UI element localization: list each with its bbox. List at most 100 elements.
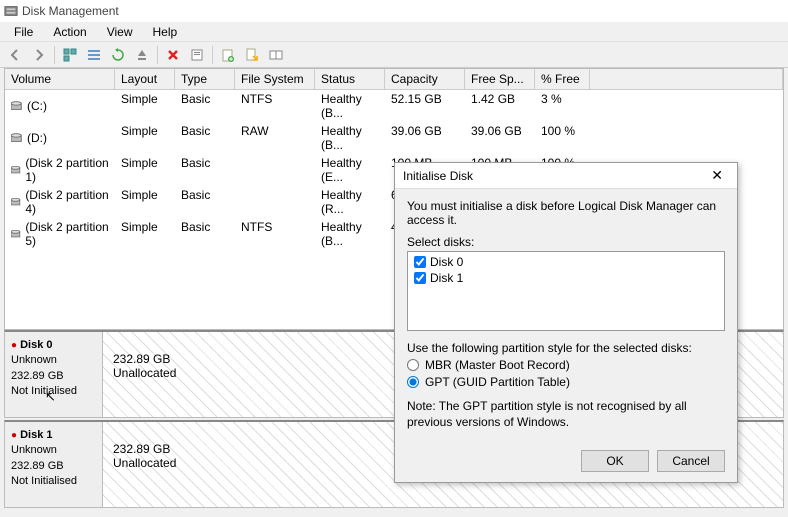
page-arrow-icon[interactable] (241, 44, 263, 66)
dialog-titlebar[interactable]: Initialise Disk ✕ (395, 163, 737, 189)
cell-fs: NTFS (235, 219, 315, 249)
add-icon[interactable] (217, 44, 239, 66)
layout-icon[interactable] (265, 44, 287, 66)
disk-size: 232.89 GB (11, 459, 96, 474)
col-volume[interactable]: Volume (5, 69, 115, 89)
error-icon: ● (11, 340, 17, 351)
tree-view-icon[interactable] (59, 44, 81, 66)
table-row[interactable]: (C:) SimpleBasicNTFSHealthy (B...52.15 GB… (5, 90, 783, 122)
disk-list-item[interactable]: Disk 1 (410, 270, 722, 286)
col-free[interactable]: Free Sp... (465, 69, 535, 89)
list-view-icon[interactable] (83, 44, 105, 66)
col-pct[interactable]: % Free (535, 69, 590, 89)
dialog-note: Note: The GPT partition style is not rec… (407, 399, 725, 430)
col-fs[interactable]: File System (235, 69, 315, 89)
mbr-label: MBR (Master Boot Record) (425, 358, 570, 372)
cell-status: Healthy (R... (315, 187, 385, 217)
toolbar-sep (157, 46, 158, 64)
disk-mgmt-icon (4, 4, 18, 18)
window-titlebar: Disk Management (0, 0, 788, 22)
initialise-disk-dialog: Initialise Disk ✕ You must initialise a … (394, 162, 738, 483)
col-type[interactable]: Type (175, 69, 235, 89)
col-spacer (590, 69, 783, 89)
cell-fs (235, 155, 315, 185)
cell-capacity: 52.15 GB (385, 91, 465, 121)
partition-style-label: Use the following partition style for th… (407, 341, 725, 355)
properties-icon[interactable] (186, 44, 208, 66)
cell-volume: (C:) (27, 99, 47, 113)
cell-layout: Simple (115, 91, 175, 121)
table-row[interactable]: (D:)SimpleBasicRAWHealthy (B...39.06 GB3… (5, 122, 783, 154)
cell-layout: Simple (115, 155, 175, 185)
disk-status: Unknown (11, 353, 96, 368)
col-status[interactable]: Status (315, 69, 385, 89)
cell-layout: Simple (115, 187, 175, 217)
window-title: Disk Management (22, 4, 119, 18)
cell-capacity: 39.06 GB (385, 123, 465, 153)
menubar: File Action View Help (0, 22, 788, 42)
cell-type: Basic (175, 123, 235, 153)
disk-checkbox[interactable] (414, 256, 426, 268)
menu-file[interactable]: File (4, 23, 43, 41)
cell-type: Basic (175, 219, 235, 249)
cursor-icon: ↖ (45, 388, 56, 406)
disk-select-list: Disk 0 Disk 1 (407, 251, 725, 331)
gpt-radio-row[interactable]: GPT (GUID Partition Table) (407, 375, 725, 389)
toolbar-sep (54, 46, 55, 64)
cell-volume: (Disk 2 partition 5) (25, 220, 109, 248)
delete-icon[interactable] (162, 44, 184, 66)
mbr-radio-row[interactable]: MBR (Master Boot Record) (407, 358, 725, 372)
cancel-button[interactable]: Cancel (657, 450, 725, 472)
disk-list-item[interactable]: Disk 0 (410, 254, 722, 270)
cell-free: 1.42 GB (465, 91, 535, 121)
col-layout[interactable]: Layout (115, 69, 175, 89)
disk-init: Not Initialised (11, 474, 96, 489)
eject-icon[interactable] (131, 44, 153, 66)
back-button[interactable] (4, 44, 26, 66)
gpt-radio[interactable] (407, 376, 419, 388)
disk-name: Disk 1 (20, 429, 52, 441)
col-capacity[interactable]: Capacity (385, 69, 465, 89)
menu-help[interactable]: Help (143, 23, 188, 41)
disk-label-box: ● Disk 0Unknown232.89 GBNot Initialised↖ (5, 332, 103, 417)
cell-status: Healthy (E... (315, 155, 385, 185)
disk-checkbox-label: Disk 0 (430, 255, 463, 269)
disk-checkbox[interactable] (414, 272, 426, 284)
disk-checkbox-label: Disk 1 (430, 271, 463, 285)
cell-volume: (D:) (27, 131, 47, 145)
cell-volume: (Disk 2 partition 1) (25, 156, 109, 184)
cell-type: Basic (175, 91, 235, 121)
cell-pct: 3 % (535, 91, 590, 121)
forward-button[interactable] (28, 44, 50, 66)
cell-status: Healthy (B... (315, 219, 385, 249)
cell-type: Basic (175, 155, 235, 185)
toolbar-sep (212, 46, 213, 64)
cell-type: Basic (175, 187, 235, 217)
volume-table-header: Volume Layout Type File System Status Ca… (5, 69, 783, 90)
cell-fs (235, 187, 315, 217)
cell-pct: 100 % (535, 123, 590, 153)
menu-view[interactable]: View (97, 23, 143, 41)
refresh-icon[interactable] (107, 44, 129, 66)
cell-fs: NTFS (235, 91, 315, 121)
ok-button[interactable]: OK (581, 450, 649, 472)
cell-status: Healthy (B... (315, 123, 385, 153)
cell-fs: RAW (235, 123, 315, 153)
cell-status: Healthy (B... (315, 91, 385, 121)
disk-status: Unknown (11, 443, 96, 458)
disk-label-box: ● Disk 1 Unknown232.89 GBNot Initialised (5, 422, 103, 507)
close-icon[interactable]: ✕ (705, 167, 729, 184)
cell-layout: Simple (115, 219, 175, 249)
mbr-radio[interactable] (407, 359, 419, 371)
select-disks-label: Select disks: (407, 235, 725, 249)
cell-layout: Simple (115, 123, 175, 153)
disk-name: Disk 0 (20, 339, 52, 351)
menu-action[interactable]: Action (43, 23, 96, 41)
dialog-title: Initialise Disk (403, 169, 473, 183)
toolbar (0, 42, 788, 68)
dialog-body: You must initialise a disk before Logica… (395, 189, 737, 440)
dialog-instruction: You must initialise a disk before Logica… (407, 199, 725, 227)
error-icon: ● (11, 430, 17, 441)
gpt-label: GPT (GUID Partition Table) (425, 375, 570, 389)
cell-volume: (Disk 2 partition 4) (25, 188, 109, 216)
